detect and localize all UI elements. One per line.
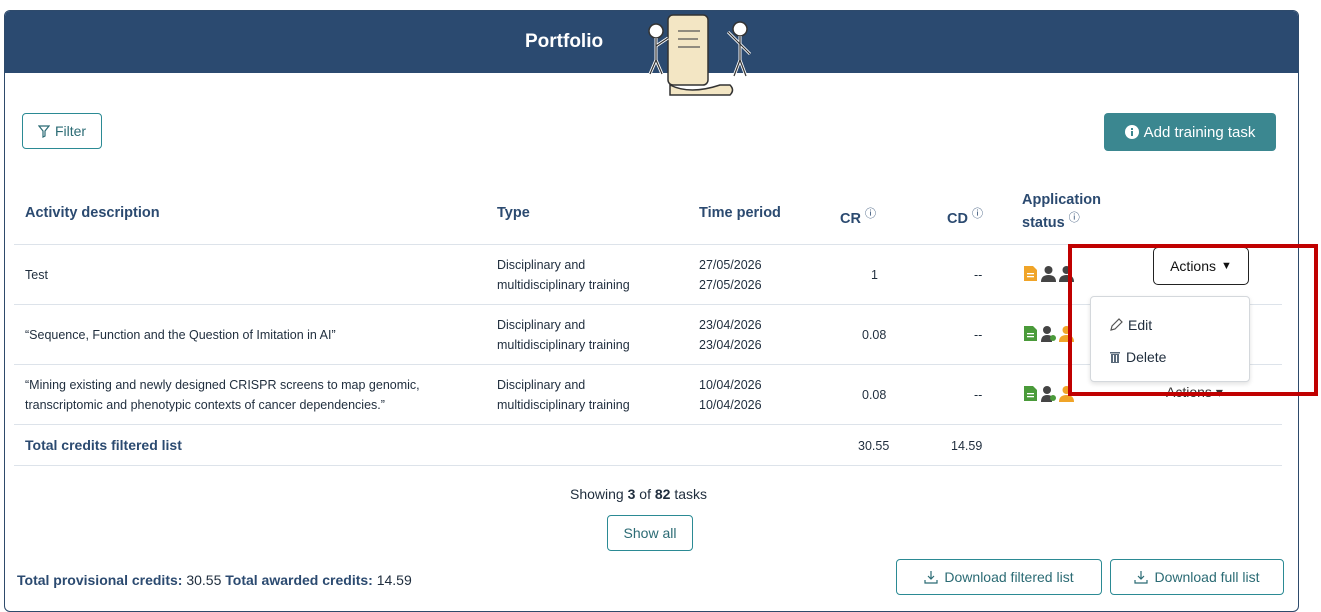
download-filtered-button[interactable]: Download filtered list <box>896 559 1102 595</box>
row3-description-line2: transcriptomic and phenotypic contexts o… <box>25 398 385 412</box>
row2-description: “Sequence, Function and the Question of … <box>25 328 336 342</box>
total-cd: 14.59 <box>951 439 983 453</box>
showing-text: Showing <box>570 486 624 502</box>
row2-type-line2: multidisciplinary training <box>497 338 630 352</box>
row3-type: Disciplinary and multidisciplinary train… <box>497 375 630 415</box>
row2-status <box>1023 325 1074 342</box>
row2-type-line1: Disciplinary and <box>497 318 586 332</box>
row1-type: Disciplinary and multidisciplinary train… <box>497 255 630 295</box>
row2-type: Disciplinary and multidisciplinary train… <box>497 315 630 355</box>
col-cd[interactable]: CD ⓘ <box>947 205 983 227</box>
download-filtered-label: Download filtered list <box>944 569 1074 585</box>
row3-period: 10/04/2026 10/04/2026 <box>699 375 762 415</box>
awarded-value: 14.59 <box>376 572 412 588</box>
row3-description: “Mining existing and newly designed CRIS… <box>25 375 420 415</box>
filter-button[interactable]: Filter <box>22 113 102 149</box>
col-activity-description[interactable]: Activity description <box>25 205 160 221</box>
row3-description-line1: “Mining existing and newly designed CRIS… <box>25 378 420 392</box>
awarded-label: Total awarded credits: <box>225 572 373 588</box>
row2-period: 23/04/2026 23/04/2026 <box>699 315 762 355</box>
row1-description: Test <box>25 268 48 282</box>
add-training-task-label: Add training task <box>1143 123 1256 141</box>
row1-period-end: 27/05/2026 <box>699 278 762 292</box>
filter-label: Filter <box>54 123 87 139</box>
row3-cr: 0.08 <box>862 388 887 402</box>
document-green-icon <box>1024 386 1037 401</box>
col-application-label: Application <box>1022 192 1101 208</box>
download-full-button[interactable]: Download full list <box>1110 559 1284 595</box>
col-cr-label: CR <box>840 210 861 227</box>
row1-cr: 1 <box>871 268 878 282</box>
cr-info-icon[interactable]: ⓘ <box>865 208 876 220</box>
status-info-icon[interactable]: ⓘ <box>1069 212 1080 224</box>
user-icon <box>1041 266 1056 282</box>
divider <box>14 424 1282 425</box>
provisional-label: Total provisional credits: <box>17 572 183 588</box>
row3-period-end: 10/04/2026 <box>699 398 762 412</box>
user-check-icon <box>1041 326 1056 342</box>
col-cd-label: CD <box>947 210 968 227</box>
row2-cd: -- <box>974 328 983 342</box>
user-check-icon <box>1041 386 1056 402</box>
col-type[interactable]: Type <box>497 205 530 221</box>
filter-icon <box>37 124 50 138</box>
row3-status <box>1023 385 1074 402</box>
row3-type-line1: Disciplinary and <box>497 378 586 392</box>
row2-cr: 0.08 <box>862 328 887 342</box>
scroll-illustration-icon <box>648 14 752 96</box>
row1-type-line2: multidisciplinary training <box>497 278 630 292</box>
portfolio-header: Portfolio <box>5 11 1298 96</box>
download-icon <box>924 571 939 584</box>
cd-info-icon[interactable]: ⓘ <box>972 208 983 220</box>
document-orange-icon <box>1024 266 1037 281</box>
showing-total-value: 82 <box>654 486 671 502</box>
row2-period-start: 23/04/2026 <box>699 318 762 332</box>
col-time-period[interactable]: Time period <box>699 205 781 221</box>
row1-period: 27/05/2026 27/05/2026 <box>699 255 762 295</box>
show-all-button[interactable]: Show all <box>607 515 693 551</box>
col-application-status[interactable]: Application status ⓘ <box>1022 191 1101 232</box>
row1-type-line1: Disciplinary and <box>497 258 586 272</box>
add-training-task-button[interactable]: Add training task <box>1104 113 1276 151</box>
showing-count: Showing 3 of 82 tasks <box>570 486 707 502</box>
row1-status <box>1023 265 1074 282</box>
highlight-box <box>1068 244 1318 396</box>
showing-suffix: tasks <box>674 486 708 502</box>
col-cr[interactable]: CR ⓘ <box>840 205 876 227</box>
total-cr: 30.55 <box>858 439 890 453</box>
info-icon <box>1124 125 1139 139</box>
provisional-value: 30.55 <box>186 572 222 588</box>
row2-period-end: 23/04/2026 <box>699 338 762 352</box>
download-full-label: Download full list <box>1154 569 1260 585</box>
row3-cd: -- <box>974 388 983 402</box>
row3-type-line2: multidisciplinary training <box>497 398 630 412</box>
row1-cd: -- <box>974 268 983 282</box>
showing-of: of <box>639 486 651 502</box>
showing-count-value: 3 <box>627 486 636 502</box>
page-title: Portfolio <box>525 31 604 52</box>
divider <box>14 465 1282 466</box>
download-icon <box>1134 571 1149 584</box>
row1-period-start: 27/05/2026 <box>699 258 762 272</box>
col-status-label: status <box>1022 214 1065 231</box>
credits-summary: Total provisional credits: 30.55 Total a… <box>17 572 412 588</box>
total-credits-label: Total credits filtered list <box>25 437 182 453</box>
row3-period-start: 10/04/2026 <box>699 378 762 392</box>
document-green-icon <box>1024 326 1037 341</box>
